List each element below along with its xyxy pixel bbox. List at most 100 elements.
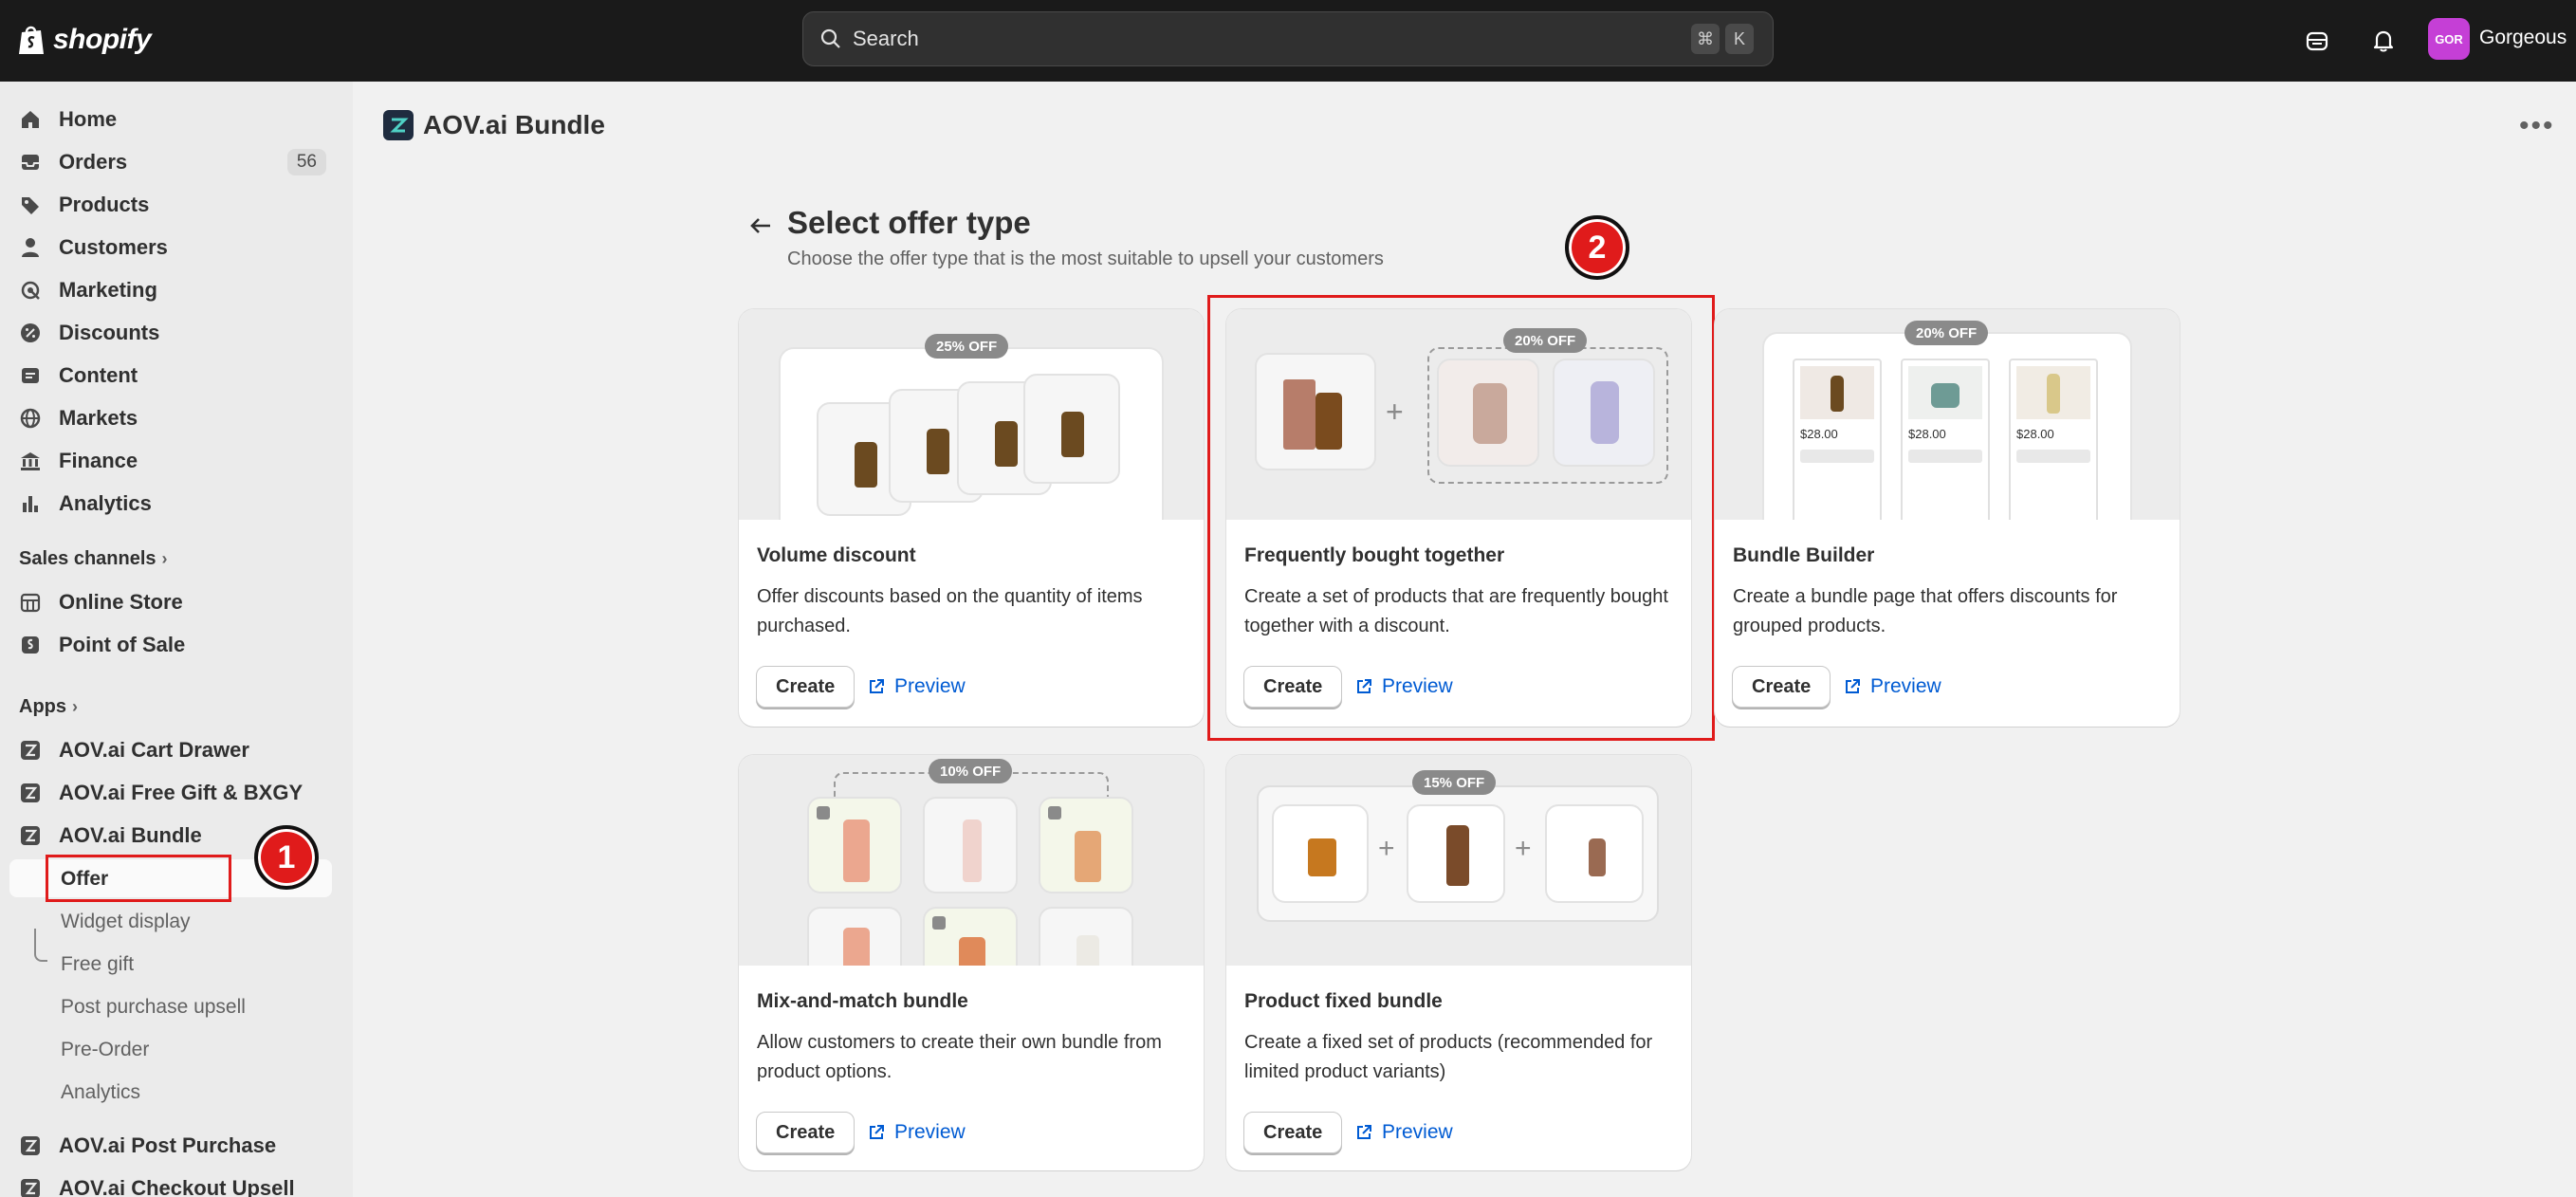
card-description: Create a fixed set of products (recommen… — [1244, 1032, 1653, 1082]
sidebar-item-label: Marketing — [59, 278, 157, 302]
sidebar-item-label: Markets — [59, 406, 138, 430]
create-button[interactable]: Create — [756, 666, 856, 708]
sales-channels-header[interactable]: Sales channels › — [19, 548, 168, 570]
volume-discount-illustration: 25% OFF — [739, 309, 1204, 520]
sidebar: Home Orders 56 Products Customers Market… — [0, 82, 353, 1197]
sidebar-item-home[interactable]: Home — [9, 101, 334, 138]
apps-header[interactable]: Apps › — [19, 696, 78, 718]
sidebar-item-markets[interactable]: Markets — [9, 399, 334, 437]
serum-bottle — [843, 928, 870, 966]
sidebar-item-customers[interactable]: Customers — [9, 229, 334, 267]
discount-badge: 25% OFF — [925, 334, 1009, 359]
product-tile — [807, 907, 902, 966]
sidebar-item-online-store[interactable]: Online Store — [9, 583, 334, 621]
checkbox-icon — [817, 806, 830, 819]
search-input[interactable]: Search ⌘ K — [802, 11, 1774, 66]
store-name[interactable]: Gorgeous — [2479, 27, 2567, 49]
sidebar-subitem-post-purchase-upsell[interactable]: Post purchase upsell — [61, 996, 246, 1019]
product-tile — [1039, 907, 1133, 966]
sidebar-item-discounts[interactable]: Discounts — [9, 314, 334, 352]
orders-count-badge: 56 — [286, 149, 326, 175]
offer-card-product-fixed-bundle: + + 15% OFF Product fixed bundle Create … — [1226, 755, 1691, 1170]
sidebar-subitem-widget-display[interactable]: Widget display — [61, 911, 191, 933]
card-description: Create a bundle page that offers discoun… — [1733, 586, 2118, 636]
serum-bottle — [927, 429, 949, 474]
external-link-icon — [870, 1125, 884, 1139]
product-tile — [1272, 804, 1369, 903]
serum-bottle — [1589, 838, 1606, 876]
cream-jar — [1931, 383, 1960, 408]
highlight-box-frequently-bought-together — [1207, 295, 1715, 741]
external-link-icon — [1357, 1125, 1371, 1139]
sidebar-item-point-of-sale[interactable]: Point of Sale — [9, 626, 334, 664]
offer-card-mix-and-match-bundle: 10% OFF Mix-and-match bundle Allow custo… — [739, 755, 1204, 1170]
mix-and-match-illustration: 10% OFF — [739, 755, 1204, 966]
product-tile — [923, 797, 1018, 893]
bank-icon — [19, 450, 42, 472]
create-button[interactable]: Create — [1243, 1112, 1343, 1153]
sidebar-item-content[interactable]: Content — [9, 357, 334, 395]
sidebar-subitem-analytics[interactable]: Analytics — [61, 1081, 140, 1104]
sidebar-item-marketing[interactable]: Marketing — [9, 271, 334, 309]
app-icon — [19, 782, 42, 804]
bundle-builder-illustration: $28.00 $28.00 $28.00 20% OFF — [1715, 309, 2180, 520]
storefront-icon[interactable] — [2299, 23, 2335, 59]
checkbox-icon — [932, 916, 946, 930]
sidebar-subitem-pre-order[interactable]: Pre-Order — [61, 1039, 149, 1061]
app-header: AOV.ai Bundle — [383, 110, 605, 140]
product-column: $28.00 — [1793, 359, 1882, 520]
sidebar-item-products[interactable]: Products — [9, 186, 334, 224]
apps-label: Apps — [19, 696, 66, 717]
create-button[interactable]: Create — [1732, 666, 1831, 708]
avatar[interactable]: GOR — [2428, 18, 2470, 60]
preview-link[interactable]: Preview — [868, 1112, 966, 1153]
sidebar-item-label: AOV.ai Bundle — [59, 823, 202, 847]
sidebar-item-finance[interactable]: Finance — [9, 442, 334, 480]
shopify-logo[interactable]: shopify — [17, 19, 152, 61]
sidebar-item-orders[interactable]: Orders 56 — [9, 143, 334, 181]
sidebar-item-post-purchase[interactable]: AOV.ai Post Purchase — [9, 1127, 334, 1165]
product-tile — [1039, 797, 1133, 893]
sidebar-item-free-gift-bxgy[interactable]: AOV.ai Free Gift & BXGY — [9, 774, 334, 812]
add-button-placeholder — [2016, 450, 2090, 463]
app-icon — [19, 1177, 42, 1197]
create-button[interactable]: Create — [756, 1112, 856, 1153]
sidebar-item-label: Customers — [59, 235, 168, 259]
sidebar-item-checkout-upsell[interactable]: AOV.ai Checkout Upsell — [9, 1169, 334, 1197]
product-price: $28.00 — [2016, 427, 2054, 441]
sidebar-item-label: Home — [59, 107, 118, 131]
preview-link[interactable]: Preview — [1355, 1112, 1453, 1153]
product-tile — [807, 797, 902, 893]
app-icon — [19, 739, 42, 762]
step-marker-1: 1 — [254, 825, 319, 890]
shopify-bag-icon — [19, 26, 44, 54]
search-icon — [820, 28, 840, 48]
card-description: Allow customers to create their own bund… — [757, 1032, 1162, 1082]
tree-connector — [34, 929, 47, 962]
preview-link[interactable]: Preview — [868, 666, 966, 708]
sidebar-item-analytics[interactable]: Analytics — [9, 485, 334, 523]
product-thumb — [1908, 366, 1982, 419]
more-actions-icon[interactable]: ••• — [2519, 110, 2555, 142]
offer-card-bundle-builder: $28.00 $28.00 $28.00 20% OFF Bundle Buil… — [1715, 309, 2180, 727]
tag-icon — [19, 193, 42, 216]
home-icon — [19, 108, 42, 131]
serum-bottle — [855, 442, 877, 488]
bar-chart-icon — [19, 492, 42, 515]
person-icon — [19, 236, 42, 259]
preview-label: Preview — [894, 675, 966, 697]
sidebar-subitem-free-gift[interactable]: Free gift — [61, 953, 134, 976]
discount-icon — [19, 322, 42, 344]
product-fixed-bundle-illustration: + + 15% OFF — [1226, 755, 1691, 966]
sidebar-item-cart-drawer[interactable]: AOV.ai Cart Drawer — [9, 731, 334, 769]
preview-link[interactable]: Preview — [1844, 666, 1941, 708]
sales-channels-label: Sales channels — [19, 548, 156, 569]
product-thumb — [2016, 366, 2090, 419]
bell-icon[interactable] — [2365, 23, 2401, 59]
search-placeholder: Search — [853, 27, 919, 50]
inbox-icon — [19, 151, 42, 174]
sidebar-item-label: AOV.ai Post Purchase — [59, 1133, 277, 1157]
discount-badge: 15% OFF — [1412, 770, 1497, 795]
pump-bottle — [1446, 825, 1469, 886]
back-arrow-icon[interactable] — [744, 211, 778, 241]
